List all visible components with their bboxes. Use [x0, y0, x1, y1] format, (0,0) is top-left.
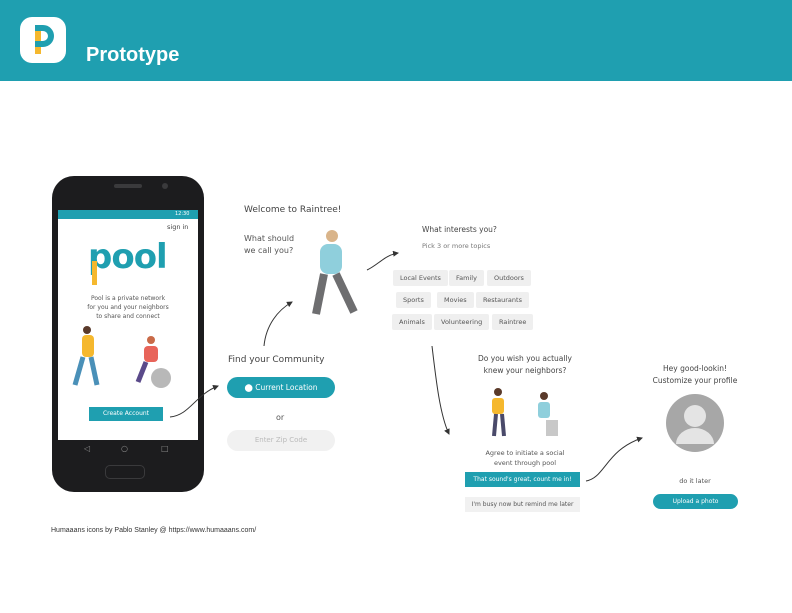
- neighbors-illustration: [492, 388, 558, 437]
- neighbors-title: Do you wish you actually knew your neigh…: [478, 354, 572, 375]
- current-location-button[interactable]: ⬤ Current Location: [227, 377, 335, 398]
- chip-raintree[interactable]: Raintree: [492, 314, 534, 330]
- location-pin-icon: ⬤: [244, 383, 256, 392]
- welcome-title: Welcome to Raintree!: [244, 205, 342, 215]
- chip-outdoors[interactable]: Outdoors: [487, 270, 531, 286]
- or-divider: or: [276, 413, 285, 422]
- zip-code-input[interactable]: Enter Zip Code: [227, 430, 335, 451]
- interests-subtitle: Pick 3 or more topics: [422, 242, 491, 250]
- profile-title: Hey good-lookin! Customize your profile: [652, 364, 738, 385]
- chip-local-events[interactable]: Local Events: [393, 270, 448, 286]
- community-title: Find your Community: [228, 355, 325, 365]
- chip-volunteering[interactable]: Volunteering: [434, 314, 490, 330]
- interests-title: What interests you?: [422, 225, 497, 234]
- accept-button[interactable]: That sound's great, count me in!: [465, 472, 580, 487]
- upload-photo-button[interactable]: Upload a photo: [653, 494, 738, 509]
- agree-text: Agree to initiate a social event through…: [485, 449, 565, 467]
- walking-person-illustration: [312, 230, 358, 315]
- chip-movies[interactable]: Movies: [437, 292, 474, 308]
- name-question: What should we call you?: [244, 234, 295, 255]
- remind-later-button[interactable]: I'm busy now but remind me later: [465, 497, 580, 512]
- chip-animals[interactable]: Animals: [392, 314, 432, 330]
- do-it-later-link[interactable]: do it later: [640, 477, 750, 485]
- chip-restaurants[interactable]: Restaurants: [476, 292, 529, 308]
- chip-family[interactable]: Family: [449, 270, 484, 286]
- avatar-placeholder-icon: [666, 394, 724, 452]
- credit-text: Humaaans icons by Pablo Stanley @ https:…: [51, 527, 257, 534]
- chip-sports[interactable]: Sports: [396, 292, 431, 308]
